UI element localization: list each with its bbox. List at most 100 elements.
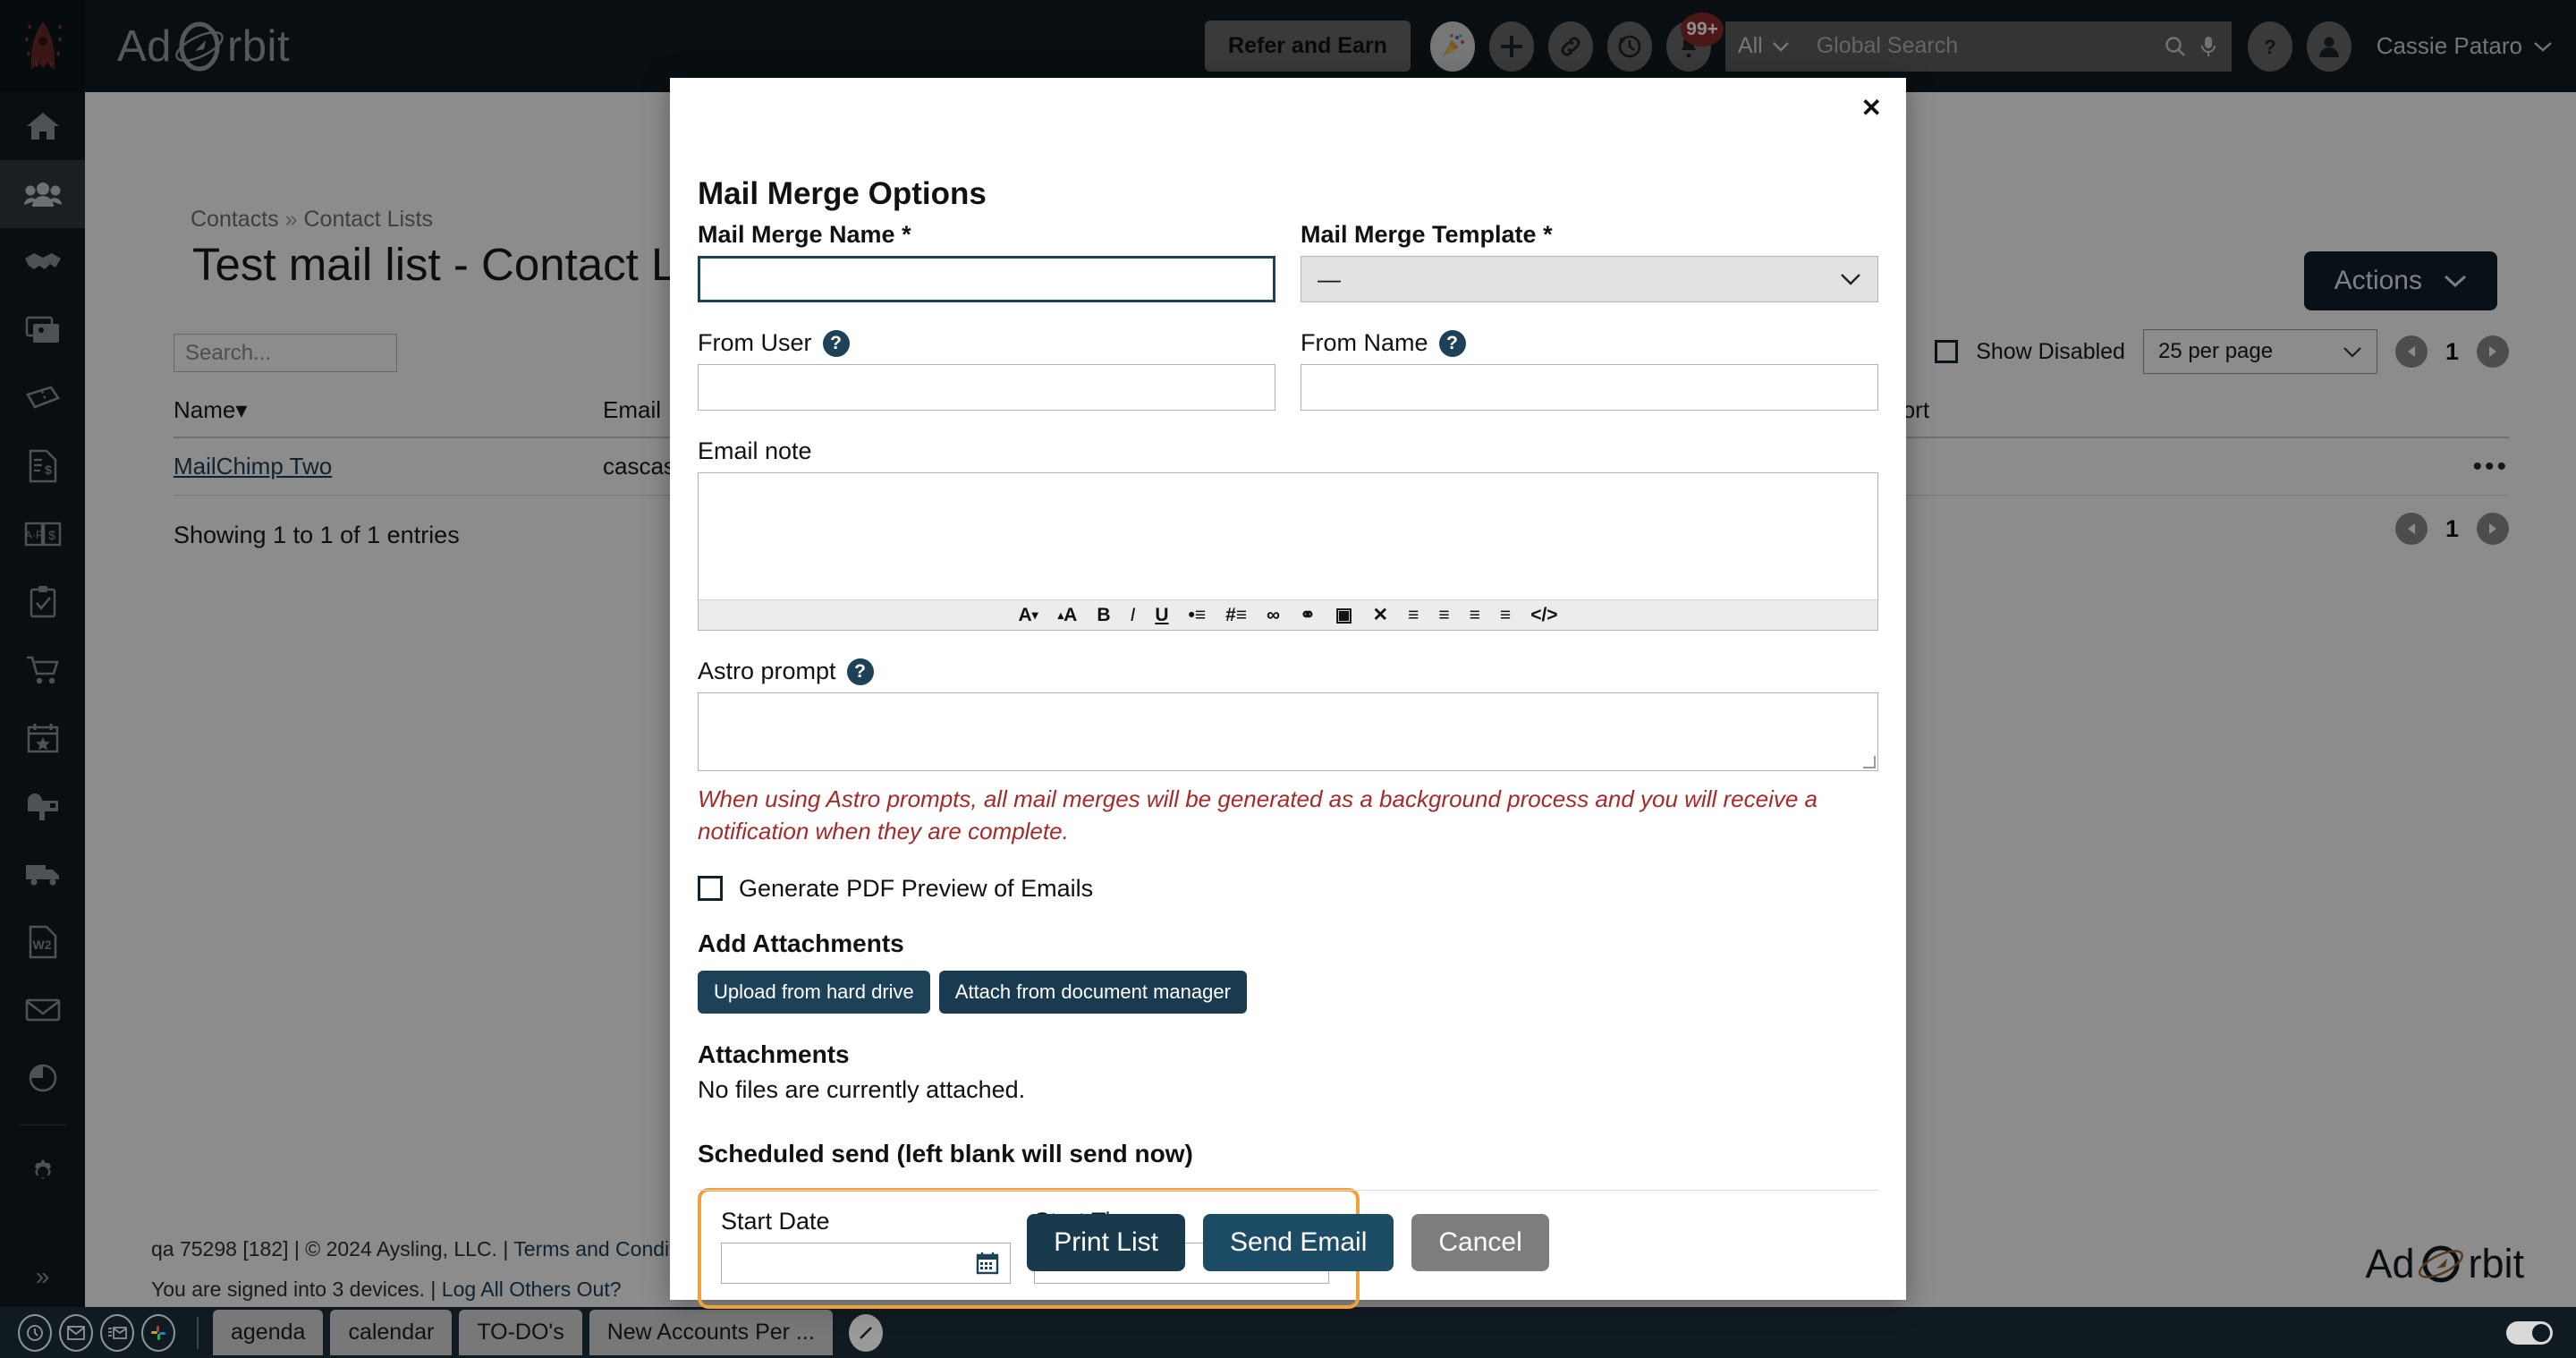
align-left-icon[interactable]: ≡ xyxy=(1408,605,1419,626)
taskbar-tab-todos[interactable]: TO-DO's xyxy=(459,1310,582,1355)
microphone-icon xyxy=(2200,36,2216,56)
sidebar-item-orders[interactable] xyxy=(0,636,85,704)
column-header-name[interactable]: Name▾ xyxy=(174,396,603,424)
breadcrumb-root[interactable]: Contacts xyxy=(191,207,279,232)
envelope-icon[interactable] xyxy=(59,1313,93,1352)
source-code-icon[interactable]: </> xyxy=(1530,605,1557,626)
contact-name-link[interactable]: MailChimp Two xyxy=(174,453,603,480)
numbered-list-icon[interactable]: #≡ xyxy=(1225,605,1247,626)
attachment-buttons: Upload from hard drive Attach from docum… xyxy=(698,970,1878,1014)
prev-page-button-bottom[interactable] xyxy=(2394,513,2428,545)
slack-icon[interactable] xyxy=(141,1313,175,1352)
modal-footer: Print List Send Email Cancel xyxy=(670,1214,1906,1271)
sidebar-item-invoices[interactable]: $ xyxy=(0,432,85,500)
breadcrumb-separator: » xyxy=(284,207,298,232)
sidebar-item-tickets[interactable] xyxy=(0,364,85,432)
row-menu-button[interactable]: ••• xyxy=(2472,452,2509,482)
prev-page-button[interactable] xyxy=(2394,335,2428,368)
help-icon[interactable]: ? xyxy=(822,329,850,357)
pdf-preview-row: Generate PDF Preview of Emails xyxy=(698,875,1878,903)
app-logo-tile[interactable] xyxy=(0,0,85,92)
sidebar-item-home[interactable] xyxy=(0,92,85,160)
astro-prompt-textarea[interactable] xyxy=(698,692,1878,771)
from-name-input[interactable] xyxy=(1301,364,1878,411)
sidebar-item-reports[interactable] xyxy=(0,1044,85,1112)
sidebar-item-events[interactable] xyxy=(0,704,85,772)
mail-merge-name-label: Mail Merge Name * xyxy=(698,221,911,248)
actions-button[interactable]: Actions xyxy=(2303,251,2497,310)
sidebar-item-deals[interactable] xyxy=(0,228,85,296)
sidebar-collapse-toggle[interactable]: » xyxy=(0,1262,85,1291)
mail-merge-template-group: Mail Merge Template * — xyxy=(1301,221,1878,302)
sidebar-item-w2[interactable]: W2 xyxy=(0,908,85,976)
mail-merge-template-select[interactable]: — xyxy=(1301,256,1878,302)
underline-icon[interactable]: U xyxy=(1155,605,1168,626)
taskbar-tab-new-accounts[interactable]: New Accounts Per ... xyxy=(589,1310,833,1355)
sidebar-item-tasks[interactable] xyxy=(0,568,85,636)
search-scope-select[interactable]: All xyxy=(1724,21,1802,72)
sidebar-item-mailbox[interactable] xyxy=(0,772,85,840)
next-page-button-bottom[interactable] xyxy=(2477,513,2509,545)
next-page-button[interactable] xyxy=(2477,335,2509,368)
refer-and-earn-button[interactable]: Refer and Earn xyxy=(1205,21,1411,72)
bold-icon[interactable]: B xyxy=(1097,605,1110,626)
plus-icon[interactable] xyxy=(1488,21,1534,72)
print-list-button[interactable]: Print List xyxy=(1027,1214,1185,1271)
close-icon[interactable]: ✕ xyxy=(1861,93,1882,123)
rocket-logo-icon xyxy=(24,21,62,70)
upload-from-hard-drive-button[interactable]: Upload from hard drive xyxy=(698,970,930,1014)
link-icon[interactable]: ∞ xyxy=(1267,605,1280,626)
sidebar-item-ap-ar[interactable]: A·P $ xyxy=(0,500,85,568)
envelope-list-icon[interactable] xyxy=(100,1313,134,1352)
terms-link[interactable]: Terms and Conditi xyxy=(513,1237,679,1260)
font-shrink-icon[interactable]: A ▾ xyxy=(1018,605,1038,626)
chevron-down-icon xyxy=(2444,275,2467,288)
help-icon[interactable]: ? xyxy=(1438,329,1466,357)
bell-icon[interactable]: 99+ xyxy=(1665,12,1724,72)
pen-icon[interactable] xyxy=(848,1313,883,1352)
user-menu[interactable]: Cassie Pataro xyxy=(2377,32,2553,60)
per-page-select[interactable]: 25 per page xyxy=(2142,329,2377,374)
mail-merge-name-input[interactable] xyxy=(698,256,1275,302)
svg-text:$: $ xyxy=(45,463,52,477)
align-justify-icon[interactable]: ≡ xyxy=(1500,605,1511,626)
sidebar-item-contacts[interactable] xyxy=(0,160,85,228)
align-right-icon[interactable]: ≡ xyxy=(1470,605,1480,626)
avatar-icon[interactable] xyxy=(2306,21,2351,72)
align-center-icon[interactable]: ≡ xyxy=(1438,605,1449,626)
show-disabled-checkbox[interactable] xyxy=(1935,340,1959,363)
sidebar-item-distribution[interactable] xyxy=(0,840,85,908)
font-grow-icon[interactable]: ▴ A xyxy=(1058,605,1078,626)
clock-icon[interactable] xyxy=(18,1313,52,1352)
party-icon[interactable] xyxy=(1429,21,1475,72)
send-email-button[interactable]: Send Email xyxy=(1202,1214,1394,1271)
unlink-icon[interactable]: ⚭ xyxy=(1300,604,1316,626)
from-fields-row: From User ? From Name ? xyxy=(698,329,1878,411)
logout-others-link[interactable]: Log All Others Out? xyxy=(442,1277,622,1301)
name-template-row: Mail Merge Name * Mail Merge Template * … xyxy=(698,221,1878,302)
sidebar-item-email[interactable] xyxy=(0,976,85,1044)
search-input[interactable]: Search... xyxy=(174,334,397,372)
sidebar-item-media[interactable] xyxy=(0,296,85,364)
attach-from-document-manager-button[interactable]: Attach from document manager xyxy=(938,970,1247,1014)
help-icon[interactable]: ? xyxy=(846,658,874,685)
global-search-input[interactable]: Global Search xyxy=(1801,21,2232,72)
history-icon[interactable] xyxy=(1606,21,1652,72)
breadcrumb-current[interactable]: Contact Lists xyxy=(303,207,433,232)
taskbar-tab-calendar[interactable]: calendar xyxy=(330,1310,453,1355)
image-icon[interactable]: ▣ xyxy=(1335,604,1353,626)
from-user-input[interactable] xyxy=(698,364,1275,411)
taskbar-tab-agenda[interactable]: agenda xyxy=(213,1310,324,1355)
italic-icon[interactable]: I xyxy=(1131,605,1136,626)
from-user-label-text: From User xyxy=(698,329,812,356)
link-icon[interactable] xyxy=(1547,21,1593,72)
taskbar-toggle[interactable] xyxy=(2506,1320,2553,1345)
help-icon[interactable]: ? xyxy=(2247,21,2292,72)
cancel-button[interactable]: Cancel xyxy=(1411,1214,1549,1271)
modal-body: Mail Merge Name * Mail Merge Template * … xyxy=(698,221,1878,1309)
email-note-textarea[interactable] xyxy=(699,473,1877,599)
sidebar-item-settings[interactable] xyxy=(0,1138,85,1206)
generate-pdf-preview-checkbox[interactable] xyxy=(698,876,723,902)
remove-format-icon[interactable]: ✕ xyxy=(1373,604,1389,626)
bullet-list-icon[interactable]: •≡ xyxy=(1189,605,1207,626)
